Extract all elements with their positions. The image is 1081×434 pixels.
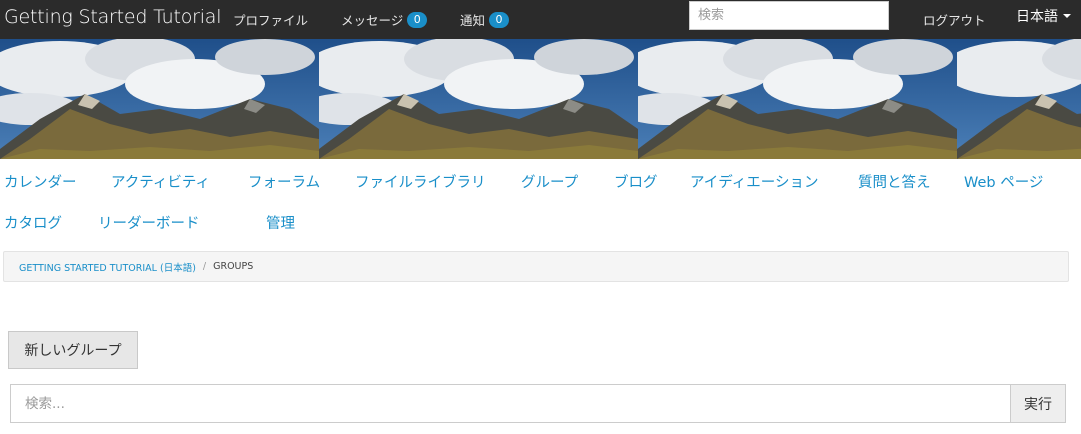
notifications-count-badge: 0 bbox=[489, 11, 510, 28]
banner-tile bbox=[319, 39, 638, 159]
logout-link[interactable]: ログアウト bbox=[923, 0, 986, 39]
nav-notifications-label: 通知 bbox=[460, 13, 486, 28]
nav-messages[interactable]: メッセージ 0 bbox=[341, 0, 428, 39]
logout-label: ログアウト bbox=[923, 13, 986, 28]
tool-nav-leaderboard[interactable]: リーダーボード bbox=[98, 212, 200, 233]
nav-profile-label: プロファイル bbox=[233, 13, 309, 28]
site-brand[interactable]: Getting Started Tutorial bbox=[4, 6, 222, 28]
nav-messages-label: メッセージ bbox=[341, 13, 404, 28]
tool-nav-web-pages[interactable]: Web ページ bbox=[964, 171, 1043, 192]
banner-tile bbox=[957, 39, 1081, 159]
breadcrumb-root-link[interactable]: GETTING STARTED TUTORIAL (日本語) bbox=[19, 260, 196, 274]
search-submit-button[interactable]: 実行 bbox=[1010, 384, 1066, 423]
breadcrumb: GETTING STARTED TUTORIAL (日本語) / GROUPS bbox=[3, 251, 1069, 282]
tool-nav-groups[interactable]: グループ bbox=[521, 171, 578, 192]
nav-notifications[interactable]: 通知 0 bbox=[460, 0, 510, 39]
header-search-input[interactable] bbox=[689, 1, 889, 30]
tool-nav-qa[interactable]: 質問と答え bbox=[858, 171, 931, 192]
new-group-button[interactable]: 新しいグループ bbox=[8, 331, 138, 369]
caret-down-icon bbox=[1063, 14, 1071, 18]
tool-nav-ideation[interactable]: アイディエーション bbox=[690, 171, 818, 192]
banner-image bbox=[0, 39, 1081, 159]
messages-count-badge: 0 bbox=[407, 11, 428, 28]
tool-nav-admin[interactable]: 管理 bbox=[266, 212, 295, 233]
tool-nav-catalog[interactable]: カタログ bbox=[4, 212, 62, 233]
banner-tile bbox=[638, 39, 957, 159]
group-search-input[interactable] bbox=[10, 384, 1011, 423]
language-label: 日本語 bbox=[1016, 9, 1058, 25]
breadcrumb-current: GROUPS bbox=[213, 261, 254, 272]
banner-tile bbox=[0, 39, 319, 159]
tool-nav-activity[interactable]: アクティビティ bbox=[111, 171, 210, 192]
tool-nav-blog[interactable]: ブログ bbox=[614, 171, 658, 192]
tool-nav-file-library[interactable]: ファイルライブラリ bbox=[355, 171, 486, 192]
tool-nav-forum[interactable]: フォーラム bbox=[248, 171, 320, 192]
nav-profile[interactable]: プロファイル bbox=[233, 0, 308, 39]
language-dropdown[interactable]: 日本語 bbox=[1016, 6, 1071, 26]
tool-nav-calendar[interactable]: カレンダー bbox=[4, 171, 77, 192]
breadcrumb-separator: / bbox=[202, 261, 207, 272]
top-navbar: Getting Started Tutorial プロファイル メッセージ 0 … bbox=[0, 0, 1081, 39]
